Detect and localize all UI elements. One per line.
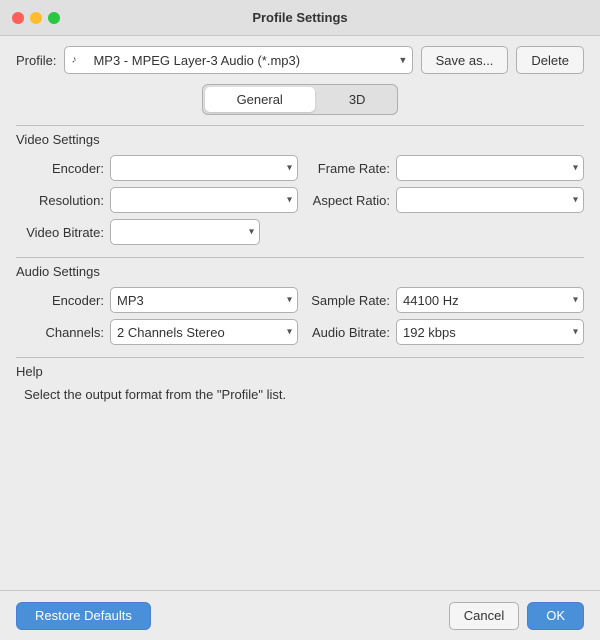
channels-row: Channels: 2 Channels Stereo <box>24 319 298 345</box>
video-fields-grid: Encoder: Frame Rate: Resolution: <box>16 155 584 213</box>
videobitrate-select[interactable] <box>110 219 260 245</box>
divider-3 <box>16 357 584 358</box>
tab-general[interactable]: General <box>205 87 315 112</box>
audio-encoder-select-wrap: MP3 <box>110 287 298 313</box>
audio-encoder-select[interactable]: MP3 <box>110 287 298 313</box>
resolution-row: Resolution: <box>24 187 298 213</box>
bottom-bar: Restore Defaults Cancel OK <box>0 590 600 640</box>
framerate-row: Frame Rate: <box>310 155 584 181</box>
tabs-row: General 3D <box>16 84 584 115</box>
framerate-select-wrap <box>396 155 584 181</box>
profile-select[interactable]: MP3 - MPEG Layer-3 Audio (*.mp3) <box>64 46 412 74</box>
audio-settings-title: Audio Settings <box>16 264 584 279</box>
profile-row: Profile: ♪ MP3 - MPEG Layer-3 Audio (*.m… <box>16 46 584 74</box>
audiobitrate-row: Audio Bitrate: 192 kbps <box>310 319 584 345</box>
audio-encoder-label: Encoder: <box>24 293 104 308</box>
videobitrate-row: Video Bitrate: <box>16 219 584 245</box>
minimize-button[interactable] <box>30 12 42 24</box>
encoder-label: Encoder: <box>24 161 104 176</box>
profile-label: Profile: <box>16 53 56 68</box>
help-section: Help Select the output format from the "… <box>16 364 584 402</box>
restore-defaults-button[interactable]: Restore Defaults <box>16 602 151 630</box>
divider-2 <box>16 257 584 258</box>
aspectratio-row: Aspect Ratio: <box>310 187 584 213</box>
channels-select[interactable]: 2 Channels Stereo <box>110 319 298 345</box>
bottom-right-buttons: Cancel OK <box>449 602 584 630</box>
help-text: Select the output format from the "Profi… <box>16 387 584 402</box>
profile-select-wrap: ♪ MP3 - MPEG Layer-3 Audio (*.mp3) <box>64 46 412 74</box>
resolution-label: Resolution: <box>24 193 104 208</box>
audiobitrate-label: Audio Bitrate: <box>310 325 390 340</box>
aspectratio-label: Aspect Ratio: <box>310 193 390 208</box>
audiobitrate-select-wrap: 192 kbps <box>396 319 584 345</box>
samplerate-row: Sample Rate: 44100 Hz <box>310 287 584 313</box>
framerate-label: Frame Rate: <box>310 161 390 176</box>
delete-button[interactable]: Delete <box>516 46 584 74</box>
encoder-select[interactable] <box>110 155 298 181</box>
window-controls <box>12 12 60 24</box>
audiobitrate-select[interactable]: 192 kbps <box>396 319 584 345</box>
maximize-button[interactable] <box>48 12 60 24</box>
tabs-container: General 3D <box>202 84 399 115</box>
main-content: Profile: ♪ MP3 - MPEG Layer-3 Audio (*.m… <box>0 36 600 412</box>
aspectratio-select-wrap <box>396 187 584 213</box>
encoder-row: Encoder: <box>24 155 298 181</box>
tab-3d[interactable]: 3D <box>317 85 398 114</box>
video-settings-title: Video Settings <box>16 132 584 147</box>
audio-encoder-row: Encoder: MP3 <box>24 287 298 313</box>
cancel-button[interactable]: Cancel <box>449 602 519 630</box>
videobitrate-select-wrap <box>110 219 260 245</box>
audio-fields-grid: Encoder: MP3 Sample Rate: 44100 Hz Cha <box>16 287 584 345</box>
aspectratio-select[interactable] <box>396 187 584 213</box>
ok-button[interactable]: OK <box>527 602 584 630</box>
close-button[interactable] <box>12 12 24 24</box>
save-as-button[interactable]: Save as... <box>421 46 509 74</box>
samplerate-select-wrap: 44100 Hz <box>396 287 584 313</box>
channels-select-wrap: 2 Channels Stereo <box>110 319 298 345</box>
audio-settings-section: Audio Settings Encoder: MP3 Sample Rate:… <box>16 264 584 345</box>
samplerate-label: Sample Rate: <box>310 293 390 308</box>
samplerate-select[interactable]: 44100 Hz <box>396 287 584 313</box>
video-settings-section: Video Settings Encoder: Frame Rate: <box>16 132 584 245</box>
window-title: Profile Settings <box>252 10 347 25</box>
resolution-select-wrap <box>110 187 298 213</box>
resolution-select[interactable] <box>110 187 298 213</box>
help-title: Help <box>16 364 584 379</box>
channels-label: Channels: <box>24 325 104 340</box>
videobitrate-label: Video Bitrate: <box>24 225 104 240</box>
encoder-select-wrap <box>110 155 298 181</box>
divider-1 <box>16 125 584 126</box>
title-bar: Profile Settings <box>0 0 600 36</box>
framerate-select[interactable] <box>396 155 584 181</box>
